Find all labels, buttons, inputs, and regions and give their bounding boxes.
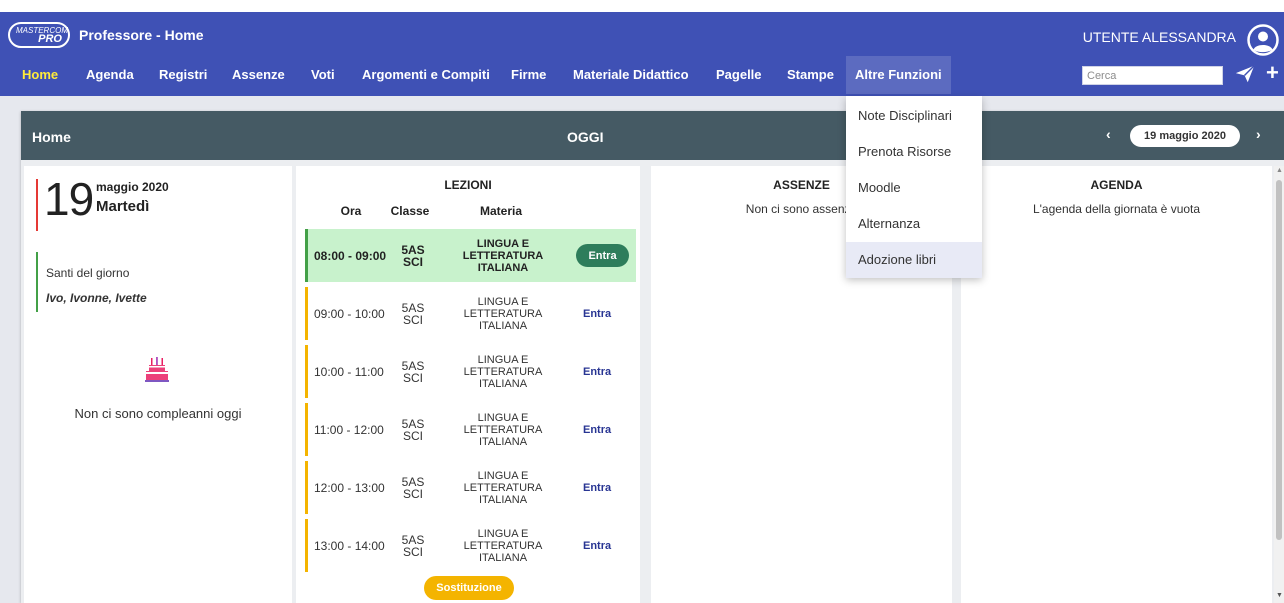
nav-home[interactable]: Home [22,67,58,82]
scrollbar-thumb[interactable] [1276,180,1282,540]
date-selector[interactable]: 19 maggio 2020 [1130,125,1240,147]
lesson-row: 09:00 - 10:00 5AS SCI LINGUA E LETTERATU… [305,287,636,340]
menu-item-note-disciplinari[interactable]: Note Disciplinari [846,98,982,134]
lesson-time: 13:00 - 14:00 [314,538,385,553]
scrollbar[interactable]: ▲ ▼ [1274,166,1284,603]
lesson-time: 10:00 - 11:00 [314,364,384,379]
next-day-button[interactable]: › [1256,126,1261,142]
lesson-class: 5AS SCI [401,532,425,559]
agenda-column: AGENDA L'agenda della giornata è vuota [961,166,1272,603]
date-accent-bar [36,179,38,231]
nav-altre-funzioni[interactable]: Altre Funzioni [846,56,951,94]
weekday: Martedì [96,198,150,215]
lesson-subject: LINGUA E LETTERATURA ITALIANA [463,353,543,390]
content-band [0,96,1284,108]
scroll-up-icon[interactable]: ▲ [1276,167,1283,174]
enter-button[interactable]: Entra [576,244,629,267]
lesson-class: 5AS SCI [401,242,425,269]
search-input[interactable] [1082,66,1223,85]
header-ora: Ora [340,204,362,218]
page-title: Professore - Home [79,27,204,43]
agenda-title: AGENDA [1090,178,1143,192]
nav-stampe[interactable]: Stampe [787,67,834,82]
header-materia: Materia [479,204,523,218]
card-header: Home OGGI ‹ 19 maggio 2020 › [21,111,1284,160]
menu-item-adozione-libri[interactable]: Adozione libri [846,242,982,278]
home-card: Home OGGI ‹ 19 maggio 2020 › 19 maggio 2… [21,111,1284,603]
substitution-button[interactable]: Sostituzione [424,576,514,600]
user-name[interactable]: UTENTE ALESSANDRA [1083,29,1236,45]
top-strip [0,0,1284,12]
app-logo[interactable]: MASTERCOM PRO [8,22,70,48]
enter-link[interactable]: Entra [583,461,611,514]
scroll-down-icon[interactable]: ▼ [1276,592,1283,599]
enter-link[interactable]: Entra [583,403,611,456]
enter-link[interactable]: Entra [583,345,611,398]
lesson-subject: LINGUA E LETTERATURA ITALIANA [463,527,543,564]
lesson-time: 12:00 - 13:00 [314,480,385,495]
user-avatar-icon[interactable] [1247,24,1279,56]
lesson-class: 5AS SCI [401,300,425,327]
card-title: Home [32,129,71,145]
lesson-row: 10:00 - 11:00 5AS SCI LINGUA E LETTERATU… [305,345,636,398]
lesson-class: 5AS SCI [401,358,425,385]
nav-materiale-didattico[interactable]: Materiale Didattico [573,67,689,82]
cake-icon [145,357,169,382]
month-year: maggio 2020 [96,180,169,194]
plus-icon[interactable]: + [1266,61,1279,85]
nav-firme[interactable]: Firme [511,67,546,82]
logo-text-bottom: PRO [38,33,62,45]
nav-agenda[interactable]: Agenda [86,67,134,82]
lesson-subject: LINGUA E LETTERATURA ITALIANA [463,411,543,448]
lesson-class: 5AS SCI [401,416,425,443]
santi-accent-bar [36,252,38,312]
nav-registri[interactable]: Registri [159,67,207,82]
lesson-subject: LINGUA E LETTERATURA ITALIANA [462,237,544,274]
santi-names: Ivo, Ivonne, Ivette [46,291,147,305]
altre-funzioni-menu: Note Disciplinari Prenota Risorse Moodle… [846,96,982,278]
menu-item-moodle[interactable]: Moodle [846,170,982,206]
nav-argomenti-compiti[interactable]: Argomenti e Compiti [362,67,490,82]
lesson-subject: LINGUA E LETTERATURA ITALIANA [463,469,543,506]
lesson-row: 08:00 - 09:00 5AS SCI LINGUA E LETTERATU… [305,229,636,282]
lesson-class: 5AS SCI [401,474,425,501]
enter-link[interactable]: Entra [583,287,611,340]
nav-assenze[interactable]: Assenze [232,67,285,82]
app-header: MASTERCOM PRO Professore - Home UTENTE A… [0,12,1284,96]
enter-link[interactable]: Entra [583,519,611,572]
today-label: OGGI [567,129,604,145]
header-classe: Classe [390,204,430,218]
send-icon[interactable] [1234,63,1256,85]
lesson-row: 11:00 - 12:00 5AS SCI LINGUA E LETTERATU… [305,403,636,456]
agenda-message: L'agenda della giornata è vuota [1032,202,1201,216]
day-number: 19 [44,173,94,225]
lesson-time: 08:00 - 09:00 [314,248,387,263]
nav-voti[interactable]: Voti [311,67,335,82]
day-column: 19 maggio 2020 Martedì Santi del giorno … [24,166,292,603]
lesson-time: 09:00 - 10:00 [314,306,385,321]
lesson-row: 13:00 - 14:00 5AS SCI LINGUA E LETTERATU… [305,519,636,572]
menu-item-alternanza[interactable]: Alternanza [846,206,982,242]
lessons-title: LEZIONI [444,178,492,192]
card-body: 19 maggio 2020 Martedì Santi del giorno … [21,160,1284,603]
previous-day-button[interactable]: ‹ [1106,126,1111,142]
lesson-row: 12:00 - 13:00 5AS SCI LINGUA E LETTERATU… [305,461,636,514]
nav-pagelle[interactable]: Pagelle [716,67,762,82]
lesson-subject: LINGUA E LETTERATURA ITALIANA [463,295,543,332]
main-nav: Home Agenda Registri Assenze Voti Argome… [0,56,1284,94]
menu-item-prenota-risorse[interactable]: Prenota Risorse [846,134,982,170]
santi-label: Santi del giorno [46,266,130,280]
lesson-time: 11:00 - 12:00 [314,422,384,437]
birthday-message: Non ci sono compleanni oggi [74,406,242,421]
lessons-column: LEZIONI Ora Classe Materia 08:00 - 09:00… [296,166,640,603]
